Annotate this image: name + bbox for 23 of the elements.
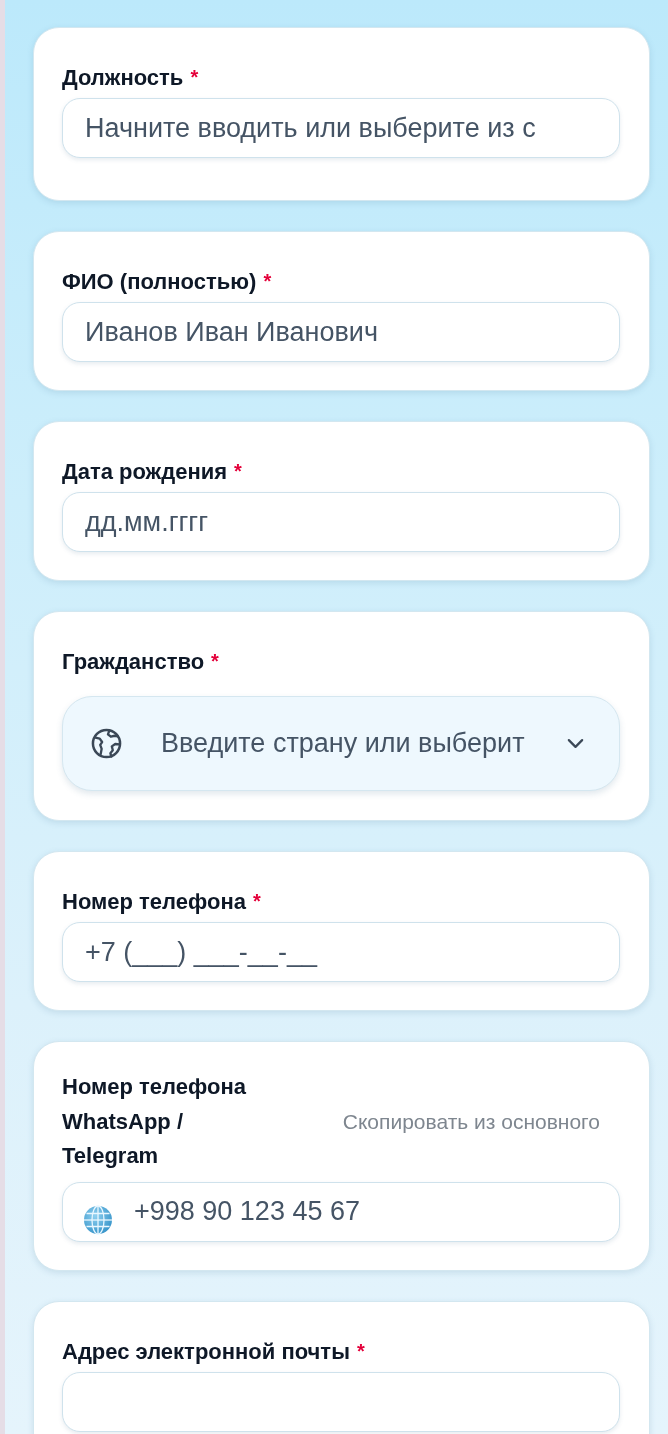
required-asterisk: * — [356, 1339, 365, 1362]
copy-link[interactable]: Скопировать из основного — [342, 1109, 600, 1134]
field-label: Дата рождения — [62, 459, 228, 484]
date-input-field[interactable]: дд.мм.гггг — [62, 492, 620, 552]
required-asterisk: * — [211, 650, 219, 672]
field-label: Должность — [62, 65, 184, 90]
phone-input-field[interactable]: +998 90 123 45 67 — [62, 1181, 620, 1242]
field-label: Гражданство — [62, 649, 205, 674]
field-label: Адрес электронной почты — [62, 1338, 350, 1364]
required-asterisk: * — [263, 270, 272, 292]
field-label: ФИО (полностью) — [62, 269, 257, 294]
text-input-field[interactable]: Начните вводить или выберите из с — [62, 98, 620, 158]
field-label: Номер телефона WhatsApp / Telegram — [62, 1074, 246, 1168]
required-asterisk: * — [252, 890, 261, 912]
text-input-field[interactable]: Иванов Иван Иванович — [62, 302, 620, 362]
text-input-field[interactable]: +7 (___) ___-__-__ — [62, 922, 620, 982]
globe-icon — [83, 1204, 113, 1235]
dropdown-field[interactable]: Введите страну или выберит — [62, 696, 620, 791]
text-input-field[interactable] — [62, 1371, 620, 1432]
field-label: Номер телефона — [62, 889, 246, 914]
required-asterisk: * — [190, 66, 199, 88]
required-asterisk: * — [234, 460, 242, 482]
globe-icon — [91, 728, 122, 759]
